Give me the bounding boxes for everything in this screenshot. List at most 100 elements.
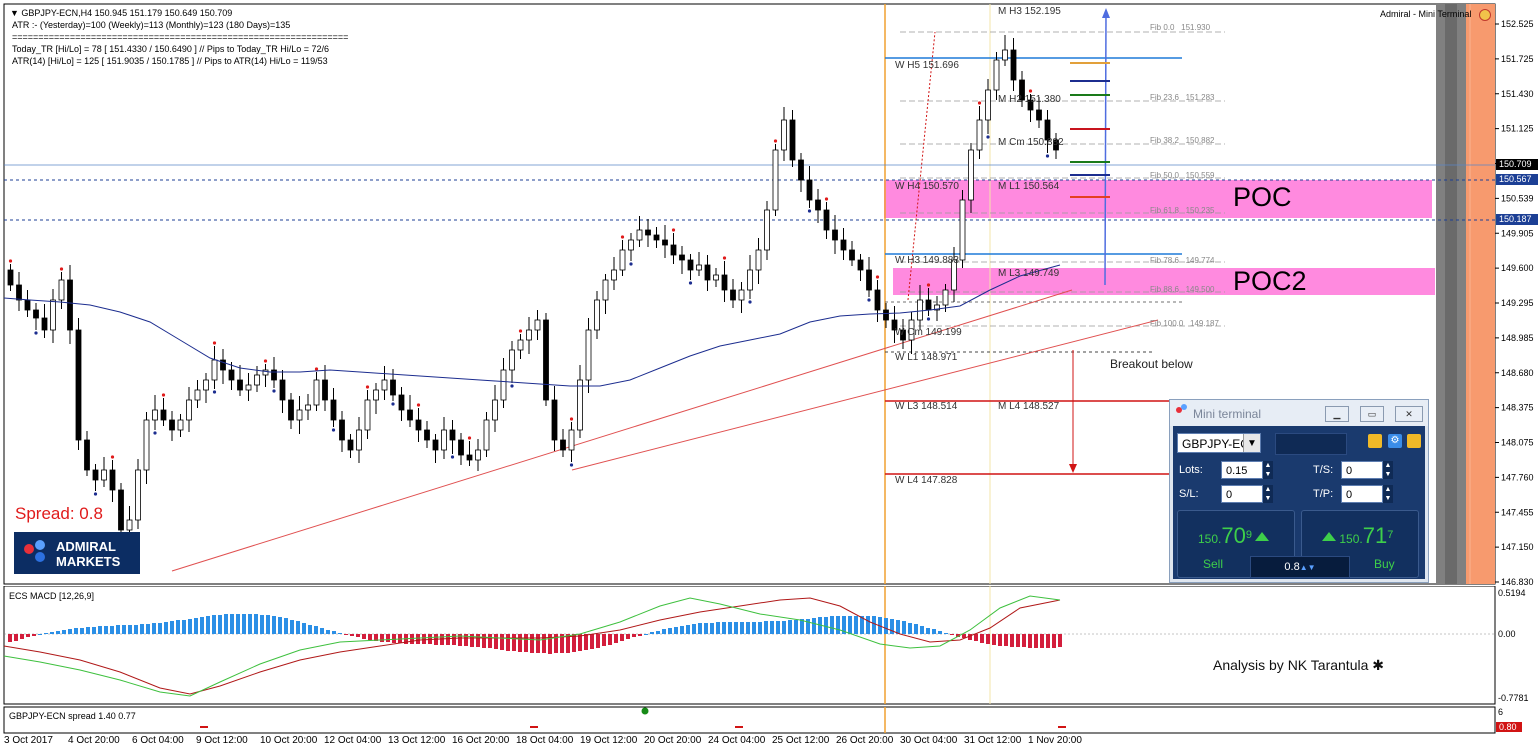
close-button[interactable]: ✕ <box>1395 406 1423 422</box>
macd-histogram-bar <box>392 634 396 643</box>
candle <box>245 384 252 391</box>
candle <box>313 379 320 406</box>
tp-input[interactable]: 0 <box>1341 485 1383 503</box>
candle <box>458 439 464 456</box>
macd-histogram-bar <box>140 624 144 634</box>
candle <box>407 409 413 421</box>
macd-histogram-bar <box>722 622 726 634</box>
time-axis-label: 20 Oct 20:00 <box>644 735 702 746</box>
macd-histogram-bar <box>590 634 594 649</box>
macd-histogram-bar <box>692 624 696 634</box>
macd-histogram-bar <box>290 620 294 634</box>
price-tag-level-1: 150.567 <box>1499 174 1532 184</box>
spread-scale-top: 6 <box>1498 707 1504 717</box>
price-scale-tick: 150.539 <box>1501 193 1534 203</box>
macd-histogram-bar <box>896 620 900 634</box>
macd-histogram-bar <box>752 622 756 634</box>
lots-stepper[interactable]: ▲ ▼ <box>1263 461 1273 479</box>
candle <box>169 419 175 431</box>
ts-stepper[interactable]: ▲ ▼ <box>1383 461 1393 479</box>
maximize-button[interactable]: ▭ <box>1360 406 1384 422</box>
candle <box>730 289 736 301</box>
candle <box>560 439 566 451</box>
logo-dot-blue-icon <box>35 540 45 550</box>
candle <box>772 149 779 211</box>
macd-histogram-bar <box>944 633 948 634</box>
price-tag-bid: 150.709 <box>1499 159 1532 169</box>
macd-histogram-bar <box>452 634 456 645</box>
macd-histogram-bar <box>512 634 516 651</box>
level-w-h4: W H4 150.570 <box>895 181 959 192</box>
macd-histogram-bar <box>344 634 348 635</box>
macd-histogram-bar <box>254 614 258 634</box>
candle <box>594 299 600 331</box>
copy-icon[interactable] <box>1368 434 1382 448</box>
settings-icon[interactable] <box>1407 434 1421 448</box>
macd-histogram-bar <box>326 630 330 634</box>
info-field <box>1275 433 1347 455</box>
mini-terminal-window[interactable]: Mini terminal ▁ ▭ ✕ GBPJPY-ECN ▼ ⚙ Lots:… <box>1169 399 1429 583</box>
spread-panel[interactable] <box>0 706 1540 736</box>
macd-histogram-bar <box>386 634 390 642</box>
macd-histogram-bar <box>542 634 546 653</box>
macd-histogram-bar <box>812 618 816 634</box>
candle <box>492 399 498 421</box>
candle <box>1002 49 1008 61</box>
macd-histogram-bar <box>932 629 936 634</box>
macd-histogram-bar <box>824 617 828 634</box>
today-tr-line: Today_TR [Hi/Lo] = 78 [ 151.4330 / 150.6… <box>12 44 330 54</box>
candle <box>543 319 549 401</box>
mini-terminal-titlebar[interactable]: Mini terminal ▁ ▭ ✕ <box>1170 400 1428 426</box>
candle <box>959 199 966 261</box>
ts-input[interactable]: 0 <box>1341 461 1383 479</box>
macd-histogram-bar <box>686 625 690 634</box>
spider-icon: ✱ <box>1372 657 1384 673</box>
macd-histogram-bar <box>86 627 90 634</box>
macd-histogram-bar <box>674 627 678 634</box>
price-scale-tick: 148.680 <box>1501 368 1534 378</box>
macd-histogram-bar <box>32 634 36 636</box>
sl-stepper[interactable]: ▲ ▼ <box>1263 485 1273 503</box>
candle <box>551 399 558 441</box>
time-axis-label: 16 Oct 20:00 <box>452 735 510 746</box>
candle <box>713 274 719 281</box>
candle <box>296 409 303 421</box>
candle <box>653 234 660 241</box>
candle <box>466 454 473 461</box>
macd-histogram-bar <box>338 633 342 634</box>
macd-histogram-bar <box>308 625 312 634</box>
macd-histogram-bar <box>1028 634 1032 648</box>
fib-label: Fib 78.6 149.774 <box>1150 256 1215 265</box>
symbol-select[interactable]: GBPJPY-ECN ▼ <box>1177 433 1261 453</box>
lots-input[interactable]: 0.15 <box>1221 461 1263 479</box>
sl-label: S/L: <box>1179 488 1199 500</box>
macd-histogram-bar <box>488 634 492 648</box>
macd-histogram-bar <box>416 634 420 644</box>
macd-histogram-bar <box>794 620 798 634</box>
chevron-down-icon[interactable]: ▼ <box>1243 434 1260 452</box>
terminal-label: Admiral - Mini Terminal <box>1380 9 1472 19</box>
candle <box>670 244 677 256</box>
macd-histogram-bar <box>1046 634 1050 648</box>
candle <box>398 394 405 411</box>
sl-input[interactable]: 0 <box>1221 485 1263 503</box>
macd-histogram-bar <box>524 634 528 652</box>
macd-histogram-bar <box>8 634 12 642</box>
gear-icon[interactable]: ⚙ <box>1388 434 1402 448</box>
candle <box>92 469 99 481</box>
macd-histogram-bar <box>440 634 444 645</box>
time-axis-label: 1 Nov 20:00 <box>1028 735 1082 746</box>
macd-histogram-bar <box>1040 634 1044 648</box>
candle <box>126 519 133 531</box>
tp-stepper[interactable]: ▲ ▼ <box>1383 485 1393 503</box>
minimize-button[interactable]: ▁ <box>1325 406 1349 422</box>
macd-histogram-bar <box>974 634 978 641</box>
macd-panel[interactable] <box>0 586 1540 706</box>
macd-histogram-bar <box>242 614 246 634</box>
macd-histogram-bar <box>650 632 654 634</box>
macd-histogram-bar <box>764 621 768 634</box>
macd-histogram-bar <box>710 623 714 634</box>
price-scale-tick: 152.525 <box>1501 19 1534 29</box>
macd-histogram-bar <box>758 622 762 634</box>
macd-histogram-bar <box>350 634 354 636</box>
